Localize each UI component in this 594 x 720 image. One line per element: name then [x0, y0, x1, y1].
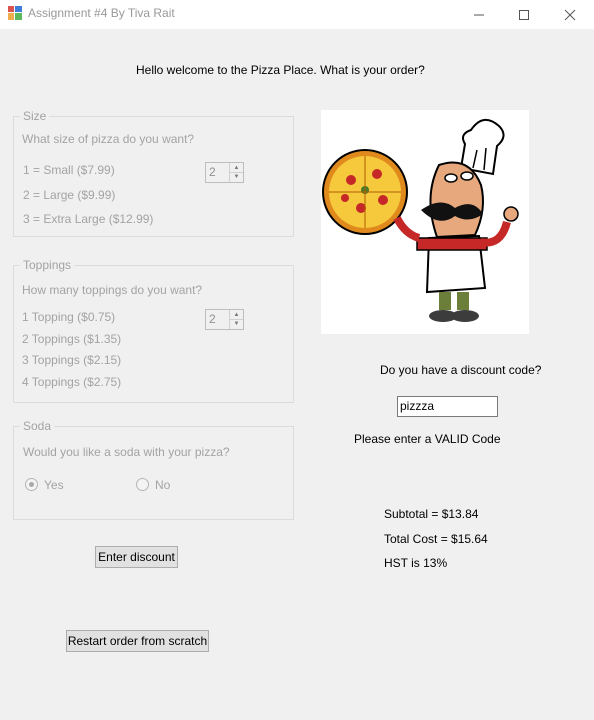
chef-illustration: [322, 119, 519, 322]
total-cost-label: Total Cost = $15.64: [384, 532, 488, 546]
chef-pizza-image: [321, 110, 529, 334]
enter-discount-button[interactable]: Enter discount: [95, 546, 178, 568]
greeting-label: Hello welcome to the Pizza Place. What i…: [136, 63, 425, 77]
minimize-icon: [474, 14, 484, 15]
size-stepper-value: 2: [209, 165, 216, 179]
toppings-legend: Toppings: [20, 258, 75, 272]
hst-label: HST is 13%: [384, 556, 448, 570]
size-option-extra-large: 3 = Extra Large ($12.99): [23, 212, 154, 226]
toppings-down-arrow-icon[interactable]: ▼: [230, 319, 243, 328]
close-icon: [564, 9, 576, 20]
size-option-large: 2 = Large ($9.99): [23, 188, 116, 202]
minimize-button[interactable]: [456, 0, 502, 29]
maximize-icon: [519, 9, 529, 20]
size-stepper[interactable]: 2 ▲ ▼: [205, 162, 244, 183]
toppings-option-4: 4 Toppings ($2.75): [22, 375, 122, 389]
discount-message: Please enter a VALID Code: [354, 432, 501, 446]
soda-yes-label: Yes: [44, 478, 64, 492]
toppings-question: How many toppings do you want?: [22, 283, 203, 297]
soda-no-label: No: [155, 478, 171, 492]
subtotal-label: Subtotal = $13.84: [384, 507, 479, 521]
toppings-option-3: 3 Toppings ($2.15): [22, 353, 122, 367]
size-option-small: 1 = Small ($7.99): [23, 163, 115, 177]
size-question: What size of pizza do you want?: [22, 132, 195, 146]
size-legend: Size: [20, 109, 50, 123]
window-title: Assignment #4 By Tiva Rait: [28, 6, 175, 20]
toppings-stepper[interactable]: 2 ▲ ▼: [205, 309, 244, 330]
soda-group: Soda: [13, 419, 294, 520]
soda-legend: Soda: [20, 419, 55, 433]
restart-order-button[interactable]: Restart order from scratch: [66, 630, 209, 652]
soda-yes-radio[interactable]: [25, 478, 38, 491]
app-icon: [8, 6, 22, 20]
toppings-option-1: 1 Topping ($0.75): [22, 310, 116, 324]
discount-code-input[interactable]: pizzza: [397, 396, 498, 417]
discount-question: Do you have a discount code?: [380, 363, 542, 377]
discount-code-value: pizzza: [400, 399, 435, 413]
close-button[interactable]: [547, 0, 593, 29]
soda-question: Would you like a soda with your pizza?: [23, 445, 230, 459]
title-bar: Assignment #4 By Tiva Rait: [0, 0, 594, 29]
toppings-option-2: 2 Toppings ($1.35): [22, 332, 122, 346]
soda-no-radio[interactable]: [136, 478, 149, 491]
toppings-stepper-value: 2: [209, 312, 216, 326]
size-down-arrow-icon[interactable]: ▼: [230, 172, 243, 181]
maximize-button[interactable]: [501, 0, 547, 29]
